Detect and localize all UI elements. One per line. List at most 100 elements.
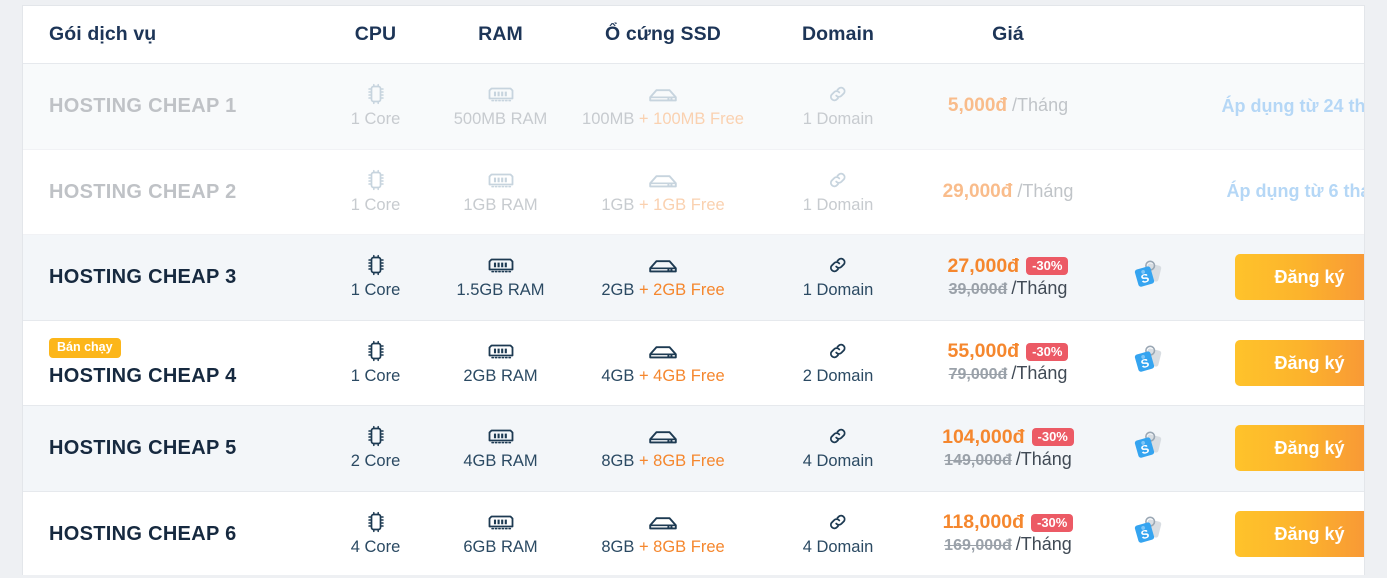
price-current: 118,000đ	[942, 511, 1024, 534]
price-block: 55,000đ -30% 79,000đ/Tháng	[913, 340, 1103, 385]
cell-ram: 2GB RAM	[438, 340, 563, 386]
table-row: HOSTING CHEAP 5 2 Core 4GB RAM 8GB + 8GB Fr…	[23, 406, 1364, 492]
register-button[interactable]: Đăng ký	[1235, 510, 1364, 557]
ssd-value: 4GB + 4GB Free	[601, 367, 724, 386]
ssd-free: + 4GB Free	[638, 366, 725, 385]
ssd-base: 4GB	[601, 366, 635, 385]
cell-ram: 6GB RAM	[438, 511, 563, 557]
hot-badge: Bán chạy	[49, 338, 121, 358]
price-tag-dollar-icon: S	[1127, 425, 1169, 467]
cell-action: Áp dụng từ 6 tháng	[1193, 181, 1364, 202]
register-button[interactable]: Đăng ký	[1235, 425, 1364, 472]
price-current: 104,000đ	[942, 425, 1025, 448]
ram-value: 1GB RAM	[463, 195, 538, 214]
cell-ram: 4GB RAM	[438, 425, 563, 471]
price-tag-dollar-icon: S	[1127, 339, 1169, 381]
link-chain-icon	[827, 511, 849, 533]
cell-ssd: 100MB + 100MB Free	[563, 83, 763, 129]
price-current: 27,000đ	[947, 254, 1020, 277]
price-period: /Tháng	[1012, 95, 1069, 116]
package-name: HOSTING CHEAP 2	[49, 180, 237, 203]
ram-value: 6GB RAM	[463, 537, 538, 556]
hard-drive-icon	[648, 169, 678, 191]
price-tag-dollar-icon: S	[1127, 254, 1169, 296]
column-header-price: Giá	[992, 23, 1024, 45]
ssd-base: 8GB	[601, 452, 635, 471]
cell-domain: 4 Domain	[763, 511, 913, 557]
price-original: 169,000đ	[944, 537, 1012, 555]
pricing-table: Gói dịch vụ CPU RAM Ổ cứng SSD Domain Gi…	[22, 5, 1365, 575]
link-chain-icon	[827, 340, 849, 362]
discount-badge: -30%	[1030, 513, 1074, 532]
ram-value: 1.5GB RAM	[456, 281, 545, 300]
ram-stick-icon	[487, 340, 515, 362]
cell-ssd: 8GB + 8GB Free	[563, 425, 763, 471]
cell-action: Đăng ký	[1193, 254, 1364, 301]
package-name: HOSTING CHEAP 5	[49, 437, 237, 460]
price-block: 29,000đ/Tháng	[913, 181, 1103, 203]
register-button[interactable]: Đăng ký	[1235, 254, 1364, 301]
cell-ssd: 1GB + 1GB Free	[563, 169, 763, 215]
price-period: /Tháng	[1015, 448, 1072, 469]
price-block: 104,000đ -30% 149,000đ/Tháng	[913, 426, 1103, 471]
package-name: HOSTING CHEAP 3	[49, 266, 237, 289]
cell-price: 5,000đ/Tháng	[913, 95, 1103, 117]
ssd-value: 2GB + 2GB Free	[601, 281, 724, 300]
price-current: 29,000đ	[942, 180, 1013, 202]
package-name: HOSTING CHEAP 4	[49, 364, 237, 387]
link-chain-icon	[827, 425, 849, 447]
ssd-free: + 2GB Free	[638, 281, 725, 300]
link-chain-icon	[827, 169, 849, 191]
package-name: HOSTING CHEAP 6	[49, 522, 237, 545]
cell-promo-tag: S	[1103, 510, 1193, 557]
table-row: Bán chạy HOSTING CHEAP 4 1 Core 2GB RAM 4GB …	[23, 320, 1364, 406]
price-period: /Tháng	[1011, 363, 1068, 384]
register-button[interactable]: Đăng ký	[1235, 339, 1364, 386]
domain-value: 4 Domain	[802, 452, 874, 471]
cell-domain: 1 Domain	[763, 169, 913, 215]
ssd-value: 8GB + 8GB Free	[601, 538, 724, 557]
ssd-free: + 8GB Free	[638, 537, 725, 556]
ram-stick-icon	[487, 425, 515, 447]
cpu-value: 2 Core	[350, 452, 401, 471]
hard-drive-icon	[648, 511, 678, 533]
cell-package-name: Bán chạy HOSTING CHEAP 4	[23, 338, 313, 388]
cell-domain: 1 Domain	[763, 83, 913, 129]
ssd-free: + 8GB Free	[638, 452, 725, 471]
cell-cpu: 4 Core	[313, 511, 438, 557]
price-block: 5,000đ/Tháng	[913, 95, 1103, 117]
cell-ssd: 2GB + 2GB Free	[563, 254, 763, 300]
cell-price: 55,000đ -30% 79,000đ/Tháng	[913, 340, 1103, 385]
domain-value: 4 Domain	[802, 537, 874, 556]
column-header-ssd: Ổ cứng SSD	[605, 23, 721, 45]
cell-action: Đăng ký	[1193, 339, 1364, 386]
table-row: HOSTING CHEAP 1 1 Core 500MB RAM 100MB + 10…	[23, 64, 1364, 150]
ram-stick-icon	[487, 83, 515, 105]
column-header-cpu: CPU	[354, 23, 397, 45]
price-period: /Tháng	[1015, 534, 1072, 555]
ram-stick-icon	[487, 511, 515, 533]
cell-ram: 1.5GB RAM	[438, 254, 563, 300]
domain-value: 1 Domain	[802, 110, 874, 129]
cell-ram: 1GB RAM	[438, 169, 563, 215]
cell-ssd: 8GB + 8GB Free	[563, 511, 763, 557]
promo-note: Áp dụng từ 24 tháng	[1221, 95, 1365, 116]
hard-drive-icon	[648, 425, 678, 447]
cpu-chip-icon	[366, 511, 386, 533]
ssd-free: + 1GB Free	[638, 195, 725, 214]
price-period: /Tháng	[1017, 180, 1074, 201]
price-current: 5,000đ	[947, 95, 1008, 117]
cell-package-name: HOSTING CHEAP 3	[23, 265, 313, 289]
table-row: HOSTING CHEAP 6 4 Core 6GB RAM 8GB + 8GB Fr…	[23, 491, 1364, 575]
column-header-domain: Domain	[801, 23, 875, 45]
cell-cpu: 2 Core	[313, 425, 438, 471]
ram-stick-icon	[487, 169, 515, 191]
table-row: HOSTING CHEAP 2 1 Core 1GB RAM 1GB + 1GB Fr…	[23, 149, 1364, 235]
price-block: 118,000đ -30% 169,000đ/Tháng	[913, 511, 1103, 556]
ssd-base: 8GB	[601, 537, 635, 556]
cell-domain: 2 Domain	[763, 340, 913, 386]
cell-promo-tag: S	[1103, 254, 1193, 301]
cell-price: 29,000đ/Tháng	[913, 181, 1103, 203]
cell-package-name: HOSTING CHEAP 2	[23, 180, 313, 204]
cell-package-name: HOSTING CHEAP 6	[23, 522, 313, 546]
